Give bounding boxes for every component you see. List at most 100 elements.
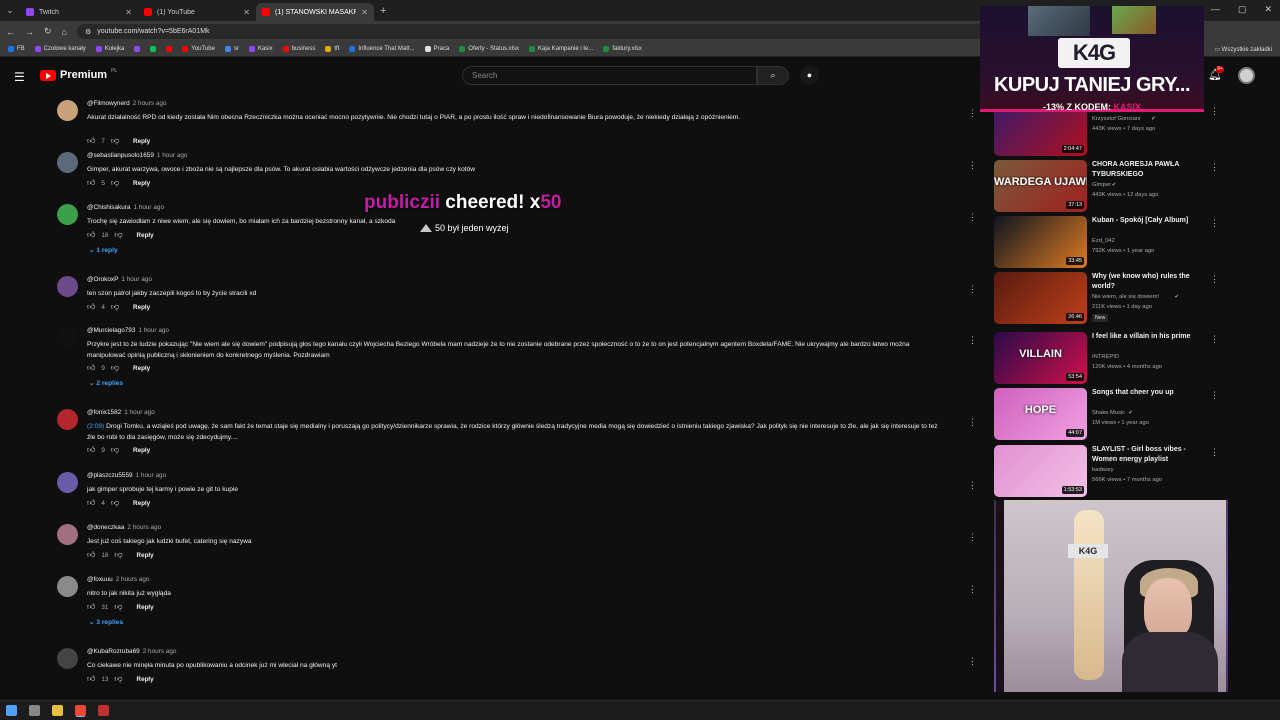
like-icon[interactable]: 👍︎ [87,230,95,240]
video-thumbnail[interactable]: 26:46 [994,272,1087,324]
video-title[interactable]: Kuban - Spokój [Cały Album] [1092,216,1204,226]
reply-button[interactable]: Reply [133,365,150,372]
related-video[interactable]: 26:46 Why (we know who) rules the world? N… [994,272,1224,326]
video-thumbnail[interactable]: VILLAIN 53:54 [994,332,1087,384]
comment-author[interactable]: @fonix1582 [87,409,121,416]
reply-button[interactable]: Reply [137,604,154,611]
dislike-icon[interactable]: 👎︎ [111,445,119,455]
related-video[interactable]: WARDEGA UJAWNIA BRU 37:13 CHORA AGRESJA PA… [994,160,1224,214]
related-video[interactable]: VILLAIN 53:54 I feel like a villain in his… [994,332,1224,386]
comment-time[interactable]: 1 hour ago [124,409,155,416]
comment-author[interactable]: @sebastianpusolo1659 [87,152,154,159]
close-window-icon[interactable]: ✕ [1264,4,1272,15]
commenter-avatar[interactable] [57,276,78,297]
browser-tab[interactable]: Twitch ✕ [20,3,138,21]
video-channel[interactable]: Shake Music [1092,410,1125,416]
dislike-icon[interactable]: 👎︎ [114,602,122,612]
commenter-avatar[interactable] [57,472,78,493]
video-title[interactable]: SLAYLIST - Girl boss vibes - Women energ… [1092,445,1204,465]
like-icon[interactable]: 👍︎ [87,498,95,508]
video-more-icon[interactable]: ⋮ [1210,274,1219,285]
reply-button[interactable]: Reply [133,138,150,145]
comment-time[interactable]: 1 hour ago [157,152,188,159]
comment-author[interactable]: @plaszczu5559 [87,472,133,479]
video-more-icon[interactable]: ⋮ [1210,218,1219,229]
video-channel[interactable]: Gimper [1092,182,1111,188]
like-icon[interactable]: 👍︎ [87,363,95,373]
minimize-icon[interactable]: — [1211,4,1220,15]
browser-tab[interactable]: (1) YouTube ✕ [138,3,256,21]
comment-more-icon[interactable]: ⋮ [968,212,977,223]
view-replies-button[interactable]: ⌄ 3 replies [89,618,123,626]
commenter-avatar[interactable] [57,648,78,669]
video-thumbnail[interactable]: HOPE 44:07 [994,388,1087,440]
video-channel[interactable]: badassy [1092,467,1114,473]
commenter-avatar[interactable] [57,576,78,597]
comment-time[interactable]: 1 hour ago [138,327,169,334]
comment-author[interactable]: @Murcielago793 [87,327,135,334]
bookmark-item[interactable]: Praca [424,46,449,52]
video-more-icon[interactable]: ⋮ [1210,334,1219,345]
comment-more-icon[interactable]: ⋮ [968,335,977,346]
reply-button[interactable]: Reply [133,304,150,311]
like-icon[interactable]: 👍︎ [87,445,95,455]
commenter-avatar[interactable] [57,100,78,121]
home-icon[interactable]: ⌂ [62,27,67,37]
comment-more-icon[interactable]: ⋮ [968,160,977,171]
bookmark-item[interactable]: Kasix [248,46,273,52]
comment-time[interactable]: 1 hour ago [133,204,164,211]
voice-search-button[interactable]: ● [800,66,819,85]
comment-author[interactable]: @foxuuu [87,576,113,583]
video-title[interactable]: Songs that cheer you up [1092,388,1204,398]
dislike-icon[interactable]: 👎︎ [114,674,122,684]
site-info-icon[interactable]: ⚙ [85,28,91,36]
related-video[interactable]: HOPE 44:07 Songs that cheer you up Shake Mu… [994,388,1224,442]
comment-author[interactable]: @doneczkaa [87,524,124,531]
related-video[interactable]: 33:45 Kuban - Spokój [Cały Album] Ezd_042 7… [994,216,1224,270]
comment-more-icon[interactable]: ⋮ [968,284,977,295]
dislike-icon[interactable]: 👎︎ [111,302,119,312]
bookmark-item[interactable] [166,46,173,52]
bookmark-item[interactable] [150,46,157,52]
like-icon[interactable]: 👍︎ [87,136,95,146]
related-video[interactable]: 2:04:47 Krzysztof Gonciarz ✔ 443K views • … [994,104,1224,158]
commenter-avatar[interactable] [57,152,78,173]
dislike-icon[interactable]: 👎︎ [114,550,122,560]
video-more-icon[interactable]: ⋮ [1210,106,1219,117]
comment-more-icon[interactable]: ⋮ [968,108,977,119]
comment-author[interactable]: @OrokoxP [87,276,118,283]
reply-button[interactable]: Reply [133,447,150,454]
video-thumbnail[interactable]: WARDEGA UJAWNIA BRU 37:13 [994,160,1087,212]
all-bookmarks[interactable]: ▭ Wszystkie zakładki [1214,46,1272,53]
like-icon[interactable]: 👍︎ [87,302,95,312]
bookmark-item[interactable]: Oferty - Status.xlsx [459,46,519,52]
view-replies-button[interactable]: ⌄ 2 replies [89,379,123,387]
comment-time[interactable]: 1 hour ago [136,472,167,479]
comment-more-icon[interactable]: ⋮ [968,417,977,428]
tab-close-icon[interactable]: ✕ [361,8,368,17]
commenter-avatar[interactable] [57,327,78,348]
video-title[interactable]: CHORA AGRESJA PAWŁA TYBURSKIEGO [1092,160,1204,180]
file-explorer-icon[interactable] [52,705,63,716]
bookmark-item[interactable]: sr [224,46,239,52]
chrome-icon[interactable] [75,705,86,716]
bookmark-item[interactable]: Czołowe kanały [34,46,86,52]
reply-button[interactable]: Reply [133,180,150,187]
reply-button[interactable]: Reply [137,232,154,239]
windows-start-icon[interactable] [6,705,17,716]
bookmark-item[interactable]: tft [325,46,339,52]
reply-button[interactable]: Reply [133,500,150,507]
view-replies-button[interactable]: ⌄ 1 reply [89,246,118,254]
comment-more-icon[interactable]: ⋮ [968,532,977,543]
new-tab-button[interactable]: + [380,5,386,17]
comment-author[interactable]: @Chishisakura [87,204,130,211]
dislike-icon[interactable]: 👎︎ [114,230,122,240]
video-channel[interactable]: Nie wiem, ale się dowiem! [1092,294,1159,300]
bookmark-item[interactable]: FB [8,46,25,52]
like-icon[interactable]: 👍︎ [87,602,95,612]
video-title[interactable]: I feel like a villain in his prime [1092,332,1204,342]
reload-icon[interactable]: ↻ [44,26,52,37]
comment-time[interactable]: 2 hours ago [133,100,167,107]
video-more-icon[interactable]: ⋮ [1210,447,1219,458]
reply-button[interactable]: Reply [137,676,154,683]
